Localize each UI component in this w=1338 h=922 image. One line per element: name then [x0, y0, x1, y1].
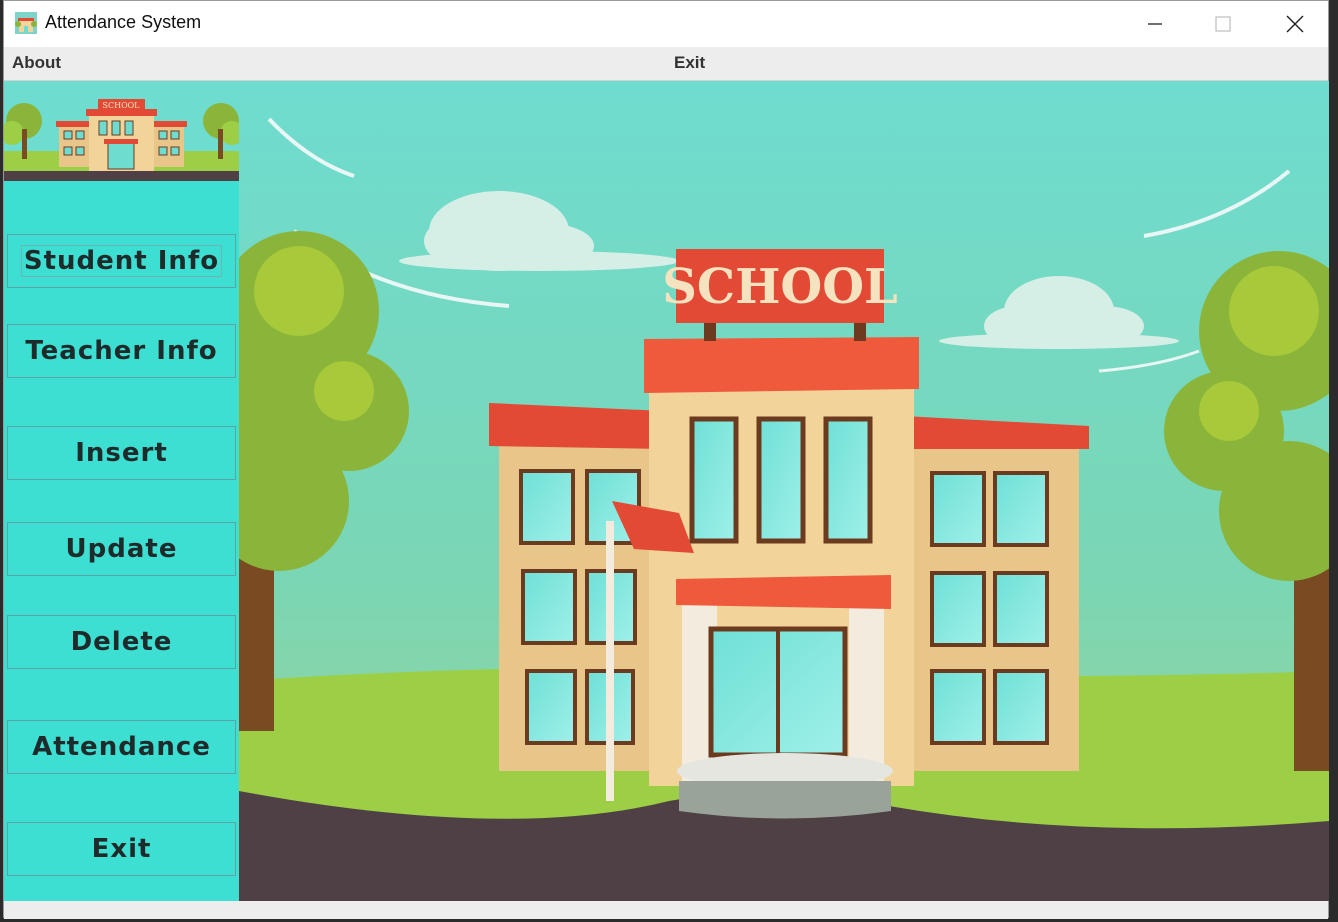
exit-label: Exit — [91, 834, 152, 864]
menu-exit[interactable]: Exit — [674, 53, 705, 73]
minimize-icon — [1148, 23, 1162, 25]
menu-bar: About Exit — [4, 47, 1328, 81]
insert-label: Insert — [75, 438, 168, 468]
exit-button[interactable]: Exit — [7, 822, 236, 876]
thumbnail-sign-text: SCHOOL — [102, 101, 140, 110]
insert-button[interactable]: Insert — [7, 426, 236, 480]
main-content: SCHOOL Student Info Teacher Info Insert … — [4, 81, 1329, 901]
update-button[interactable]: Update — [7, 522, 236, 576]
student-info-button[interactable]: Student Info — [7, 234, 236, 288]
update-label: Update — [65, 534, 178, 564]
school-thumbnail-image: SCHOOL — [4, 81, 239, 181]
school-illustration: SCHOOL — [239, 81, 1329, 901]
attendance-label: Attendance — [32, 732, 211, 762]
window-title: Attendance System — [45, 12, 202, 32]
maximize-icon — [1215, 16, 1231, 32]
close-icon — [1286, 15, 1304, 33]
app-icon — [15, 12, 37, 34]
title-bar: Attendance System — [4, 1, 1328, 47]
app-window: Attendance System About Exit SCHOOL Stud… — [3, 0, 1329, 919]
maximize-button[interactable] — [1193, 1, 1253, 47]
delete-button[interactable]: Delete — [7, 615, 236, 669]
teacher-info-button[interactable]: Teacher Info — [7, 324, 236, 378]
status-bar — [4, 901, 1328, 919]
attendance-button[interactable]: Attendance — [7, 720, 236, 774]
sidebar: SCHOOL Student Info Teacher Info Insert … — [4, 81, 239, 901]
student-info-label: Student Info — [20, 245, 223, 277]
minimize-button[interactable] — [1125, 1, 1185, 47]
delete-label: Delete — [70, 627, 173, 657]
school-sign-text: SCHOOL — [662, 259, 898, 315]
menu-about[interactable]: About — [12, 53, 61, 73]
teacher-info-label: Teacher Info — [25, 336, 218, 366]
close-button[interactable] — [1265, 1, 1325, 47]
